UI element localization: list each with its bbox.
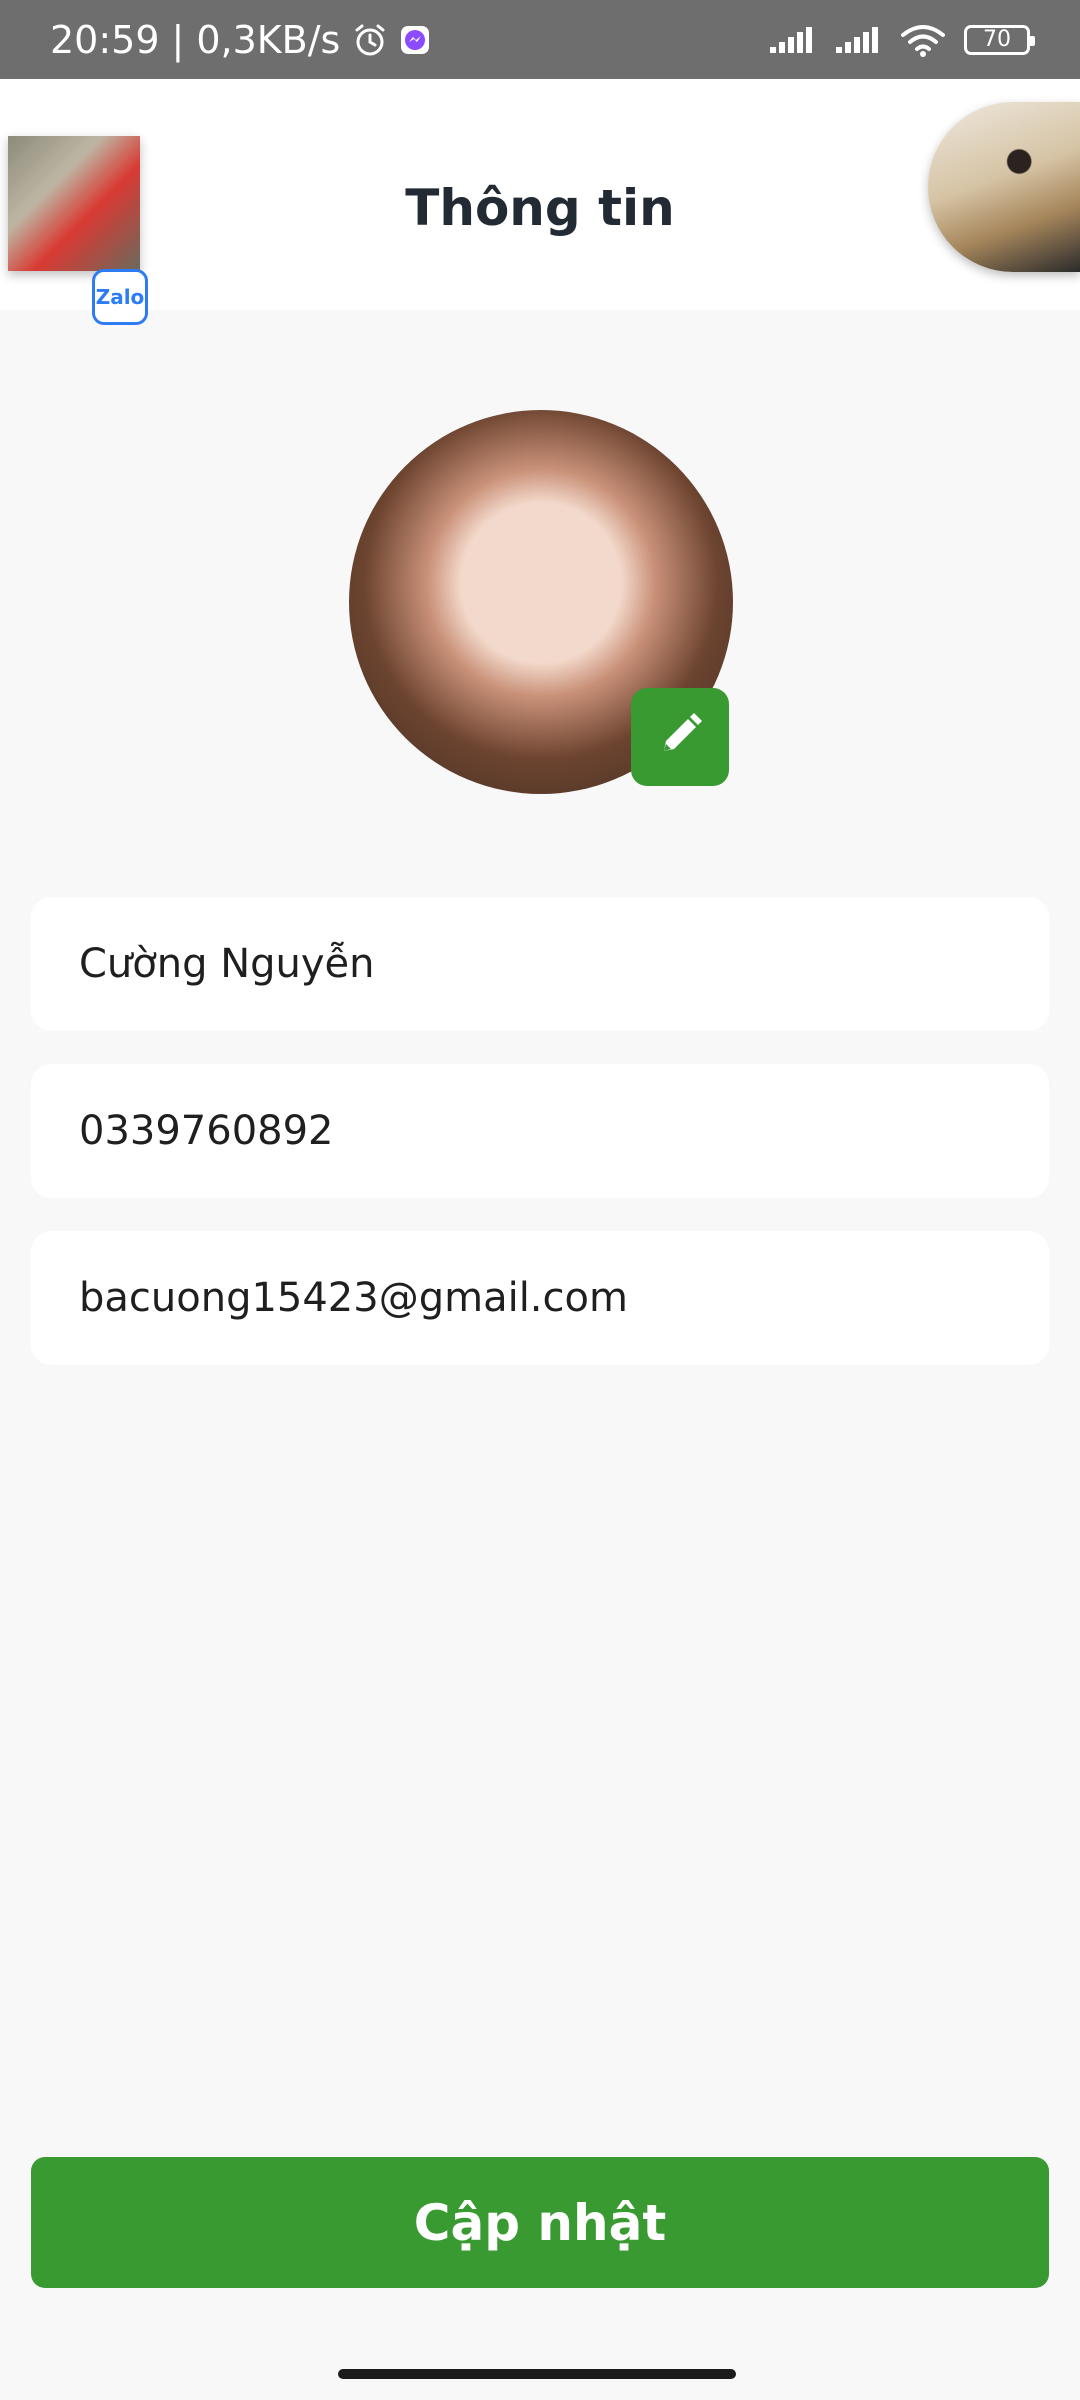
messenger-icon bbox=[400, 25, 430, 55]
pencil-icon bbox=[652, 707, 708, 767]
battery-level: 70 bbox=[983, 27, 1011, 52]
page-title: Thông tin bbox=[405, 179, 675, 237]
battery-icon: 70 bbox=[964, 24, 1035, 55]
status-right: 70 bbox=[768, 23, 1035, 57]
header: Zalo Thông tin bbox=[0, 79, 1080, 325]
update-button[interactable]: Cập nhật bbox=[31, 2157, 1049, 2288]
zalo-label: Zalo bbox=[95, 285, 145, 309]
update-button-label: Cập nhật bbox=[413, 2193, 667, 2252]
profile-avatar-wrap bbox=[349, 410, 733, 794]
alarm-icon bbox=[352, 22, 388, 58]
phone-field[interactable]: 0339760892 bbox=[31, 1064, 1049, 1198]
zalo-icon: Zalo bbox=[92, 269, 148, 325]
email-field[interactable]: bacuong15423@gmail.com bbox=[31, 1231, 1049, 1365]
name-field[interactable]: Cường Nguyễn bbox=[31, 897, 1049, 1031]
status-separator: | bbox=[171, 17, 185, 62]
name-value: Cường Nguyễn bbox=[79, 941, 375, 987]
status-speed: 0,3KB/s bbox=[196, 17, 341, 62]
wifi-icon bbox=[900, 23, 946, 57]
status-bar: 20:59 | 0,3KB/s 70 bbox=[0, 0, 1080, 79]
signal-icon bbox=[768, 25, 816, 55]
status-time: 20:59 bbox=[50, 17, 160, 62]
home-indicator[interactable] bbox=[338, 2369, 736, 2379]
phone-value: 0339760892 bbox=[79, 1108, 334, 1154]
edit-avatar-button[interactable] bbox=[631, 688, 729, 786]
email-value: bacuong15423@gmail.com bbox=[79, 1275, 628, 1321]
status-left: 20:59 | 0,3KB/s bbox=[50, 18, 430, 62]
signal-icon bbox=[834, 25, 882, 55]
